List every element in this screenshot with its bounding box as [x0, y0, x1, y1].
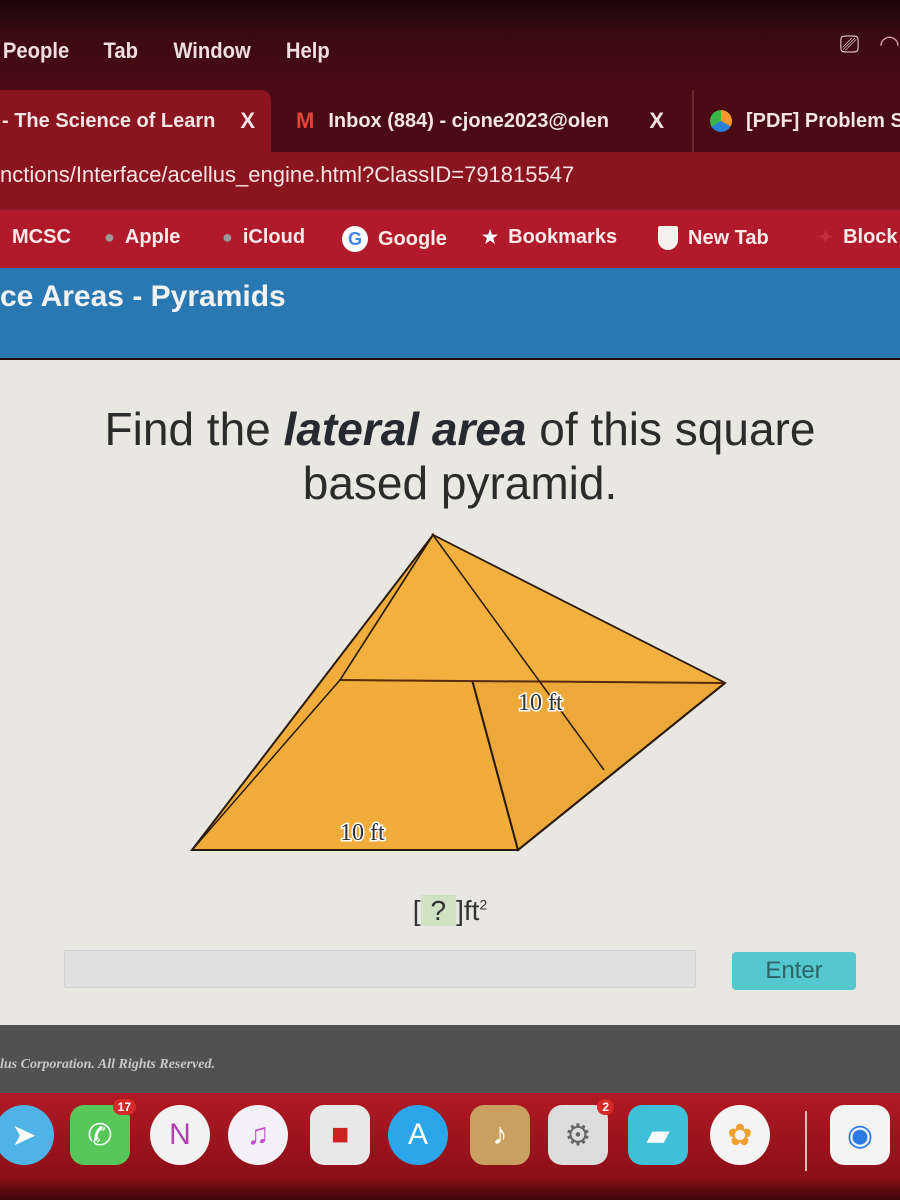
- bookmark-label: Google: [378, 227, 447, 250]
- facetime-icon[interactable]: ✆ 17: [70, 1099, 136, 1165]
- question-panel: Find the lateral area of this square bas…: [0, 360, 900, 1025]
- answer-input[interactable]: [64, 950, 696, 988]
- bookmark-label: MCSC: [12, 226, 71, 248]
- bracket-open: [: [412, 895, 421, 926]
- photos-icon[interactable]: ✿: [710, 1105, 770, 1165]
- bookmark-apple[interactable]: ● Apple: [104, 226, 180, 249]
- dock: ➤ ✆ 17 N ♫ ■ A ♪ ⚙ 2 ▰ ✿ ◉: [0, 1093, 900, 1200]
- roblox-icon[interactable]: ■: [310, 1105, 370, 1165]
- bracket-close: ]: [456, 895, 464, 926]
- pyramid-figure: 10 ft 10 ft: [180, 520, 740, 860]
- notification-badge: 2: [597, 1099, 614, 1115]
- bookmark-bookmarks[interactable]: ★ Bookmarks: [482, 226, 617, 249]
- slant-height-label: 10 ft: [518, 690, 563, 716]
- pyramid-face-back: [338, 534, 726, 684]
- url-text[interactable]: nctions/Interface/acellus_engine.html?Cl…: [0, 162, 574, 188]
- question-prefix: Find the: [104, 403, 284, 455]
- shield-icon: [658, 226, 678, 250]
- app-store-icon[interactable]: A: [388, 1105, 448, 1165]
- safari-icon[interactable]: ➤: [0, 1105, 54, 1165]
- question-text: Find the lateral area of this square bas…: [40, 402, 880, 510]
- tab-acellus[interactable]: - The Science of Learn X: [0, 90, 271, 152]
- tab-title: Inbox (884) - cjone2023@olen: [328, 109, 610, 132]
- block-icon: ✦: [818, 227, 834, 247]
- menu-bar: People Tab Window Help ⎚ ◠: [0, 0, 900, 80]
- lesson-title: ce Areas - Pyramids: [0, 280, 286, 313]
- star-icon: ★: [482, 227, 499, 247]
- answer-prompt: [?]ft2: [0, 895, 900, 927]
- menu-people[interactable]: People: [3, 38, 69, 64]
- pdf-icon: [710, 110, 732, 132]
- base-edge-label: 10 ft: [340, 820, 385, 846]
- garageband-icon[interactable]: ♪: [470, 1105, 530, 1165]
- answer-exponent: 2: [479, 896, 488, 913]
- gmail-icon: M: [296, 108, 315, 133]
- close-icon[interactable]: X: [649, 108, 664, 134]
- menu-help[interactable]: Help: [286, 38, 330, 64]
- itunes-icon[interactable]: ♫: [228, 1105, 288, 1165]
- airplay-icon[interactable]: ⎚: [840, 31, 859, 59]
- google-icon: G: [342, 226, 368, 252]
- header-zigzag-divider: [0, 350, 900, 360]
- tab-gmail[interactable]: M Inbox (884) - cjone2023@olen X: [280, 90, 680, 152]
- roblox-studio-icon[interactable]: ▰: [628, 1105, 688, 1165]
- answer-unit: ft: [463, 895, 480, 926]
- pyramid-diagram: 10 ft 10 ft: [189, 532, 727, 852]
- bookmark-label: Apple: [124, 226, 181, 248]
- chrome-icon[interactable]: ◉: [830, 1105, 890, 1165]
- bookmark-block[interactable]: ✦ Block: [818, 226, 898, 249]
- bookmark-google[interactable]: G Google: [342, 226, 447, 252]
- screen: People Tab Window Help ⎚ ◠ - The Science…: [0, 0, 900, 1200]
- notification-badge: 17: [112, 1099, 136, 1115]
- question-emphasis: lateral area: [283, 403, 527, 455]
- tab-strip: - The Science of Learn X M Inbox (884) -…: [0, 80, 900, 152]
- bookmark-label: iCloud: [242, 226, 306, 248]
- answer-placeholder: ?: [430, 895, 447, 926]
- copyright-text: lus Corporation. All Rights Reserved.: [0, 1057, 215, 1072]
- system-preferences-icon[interactable]: ⚙ 2: [548, 1099, 614, 1165]
- dock-separator: [805, 1111, 807, 1171]
- tab-pdf[interactable]: [PDF] Problem S: [692, 90, 900, 152]
- address-bar[interactable]: nctions/Interface/acellus_engine.html?Cl…: [0, 152, 900, 210]
- bookmarks-bar: MCSC ● Apple ● iCloud G Google ★ Bookmar…: [0, 210, 900, 268]
- bookmark-label: New Tab: [688, 226, 769, 249]
- menu-window[interactable]: Window: [173, 38, 250, 64]
- menu-tab[interactable]: Tab: [104, 38, 138, 64]
- bookmark-label: Bookmarks: [508, 226, 618, 248]
- bookmark-new-tab[interactable]: New Tab: [658, 226, 769, 250]
- bookmark-label: Block: [843, 226, 898, 248]
- bookmark-icloud[interactable]: ● iCloud: [222, 226, 305, 249]
- close-icon[interactable]: X: [240, 108, 255, 134]
- page-footer: lus Corporation. All Rights Reserved.: [0, 1025, 900, 1093]
- wifi-icon[interactable]: ◠: [879, 30, 900, 59]
- tab-title: - The Science of Learn: [2, 109, 216, 132]
- tab-title: [PDF] Problem S: [746, 109, 900, 132]
- apple-icon: ●: [222, 227, 233, 247]
- news-icon[interactable]: N: [150, 1105, 210, 1165]
- enter-button[interactable]: Enter: [732, 952, 856, 990]
- bookmark-mcsc[interactable]: MCSC: [12, 226, 71, 249]
- apple-icon: ●: [104, 227, 115, 247]
- lesson-header: ce Areas - Pyramids: [0, 268, 900, 358]
